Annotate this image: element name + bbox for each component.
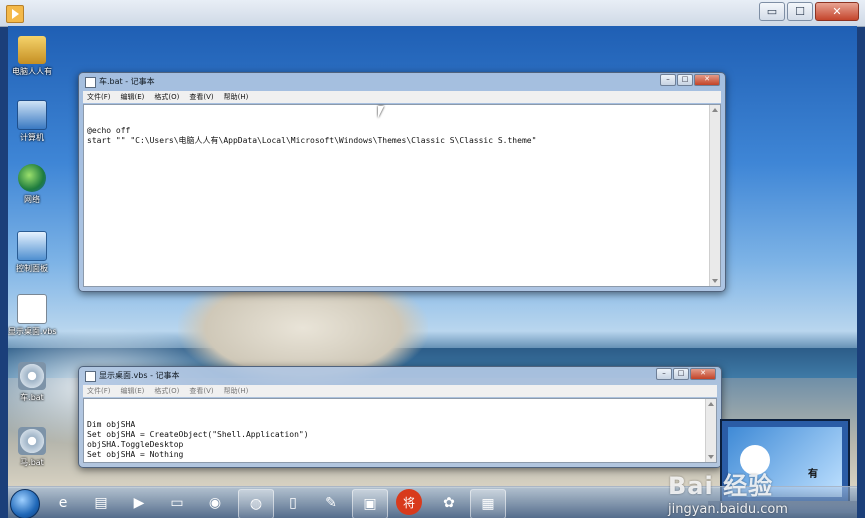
close-button[interactable]: ✕ xyxy=(815,2,859,21)
vertical-scrollbar[interactable] xyxy=(709,105,720,286)
desktop-icon-user-folder[interactable]: 电脑人人有 xyxy=(8,36,56,77)
menu-help[interactable]: 帮助(H) xyxy=(224,91,249,103)
menu-view[interactable]: 查看(V) xyxy=(189,385,213,397)
menu-bar: 文件(F) 编辑(E) 格式(O) 查看(V) 帮助(H) xyxy=(83,385,717,397)
explorer-icon[interactable]: ▤ xyxy=(84,489,118,517)
ie-icon[interactable]: e xyxy=(46,489,80,517)
remote-icon[interactable]: ▣ xyxy=(352,489,388,518)
notepad-window-bat[interactable]: 车.bat - 记事本 – □ ✕ 文件(F) 编辑(E) 格式(O) 查看(V… xyxy=(78,72,726,292)
desktop-icon-label: 马.bat xyxy=(20,458,44,467)
play-icon[interactable] xyxy=(6,5,24,23)
vertical-scrollbar[interactable] xyxy=(705,399,716,462)
close-button[interactable]: ✕ xyxy=(690,368,716,380)
mouse-cursor xyxy=(378,106,384,118)
baidu-watermark: Bai 经验 xyxy=(668,472,774,500)
notepad-icon xyxy=(85,76,96,88)
menu-format[interactable]: 格式(O) xyxy=(154,91,179,103)
maximize-button[interactable]: ☐ xyxy=(787,2,813,21)
computer-icon xyxy=(17,100,47,130)
desktop-icon-horse-bat[interactable]: 马.bat xyxy=(8,427,56,468)
baidu-icon[interactable]: ✿ xyxy=(432,489,466,517)
desktop-icon-network[interactable]: 网络 xyxy=(8,164,56,205)
desktop-icon-label: 网络 xyxy=(24,195,40,204)
control-panel-icon xyxy=(17,231,47,261)
desktop-icon-label: 控制面板 xyxy=(16,264,48,273)
window-title-text: 车.bat - 记事本 xyxy=(99,77,155,86)
minimize-button[interactable]: ▭ xyxy=(759,2,785,21)
desktop-icon-vbs-file[interactable]: 显示桌面.vbs xyxy=(8,294,57,337)
start-button[interactable] xyxy=(10,489,40,518)
editor-content: Dim objSHA Set objSHA = CreateObject("Sh… xyxy=(87,420,309,459)
menu-edit[interactable]: 编辑(E) xyxy=(121,385,145,397)
desktop-icon-label: 车.bat xyxy=(20,393,44,402)
window-controls: – □ ✕ xyxy=(656,368,716,380)
desktop-icon-label: 显示桌面.vbs xyxy=(8,327,57,336)
menu-help[interactable]: 帮助(H) xyxy=(224,385,249,397)
user-folder-icon xyxy=(18,36,46,64)
desktop-icon-label: 电脑人人有 xyxy=(12,67,52,76)
window-title-text: 显示桌面.vbs - 记事本 xyxy=(99,371,180,380)
batch-file-icon xyxy=(18,362,46,390)
menu-file[interactable]: 文件(F) xyxy=(87,91,111,103)
desktop-icon-car-bat[interactable]: 车.bat xyxy=(8,362,56,403)
overlay-text: 有 xyxy=(808,469,818,480)
notepad-icon xyxy=(85,370,96,382)
app-icon[interactable]: ◍ xyxy=(238,489,274,518)
maximize-button[interactable]: □ xyxy=(673,368,689,380)
menu-bar: 文件(F) 编辑(E) 格式(O) 查看(V) 帮助(H) xyxy=(83,91,721,103)
script-file-icon xyxy=(17,294,47,324)
text-editor[interactable]: Dim objSHA Set objSHA = CreateObject("Sh… xyxy=(83,398,717,463)
document-icon[interactable]: ▯ xyxy=(276,489,310,517)
menu-format[interactable]: 格式(O) xyxy=(154,385,179,397)
menu-edit[interactable]: 编辑(E) xyxy=(121,91,145,103)
window-title: 车.bat - 记事本 xyxy=(85,75,155,89)
folder-icon[interactable]: ▭ xyxy=(160,489,194,517)
chrome-icon[interactable]: ◉ xyxy=(198,489,232,517)
text-editor[interactable]: @echo off start "" "C:\Users\电脑人人有\AppDa… xyxy=(83,104,721,287)
host-titlebar: ▭ ☐ ✕ xyxy=(0,0,865,27)
batch-file-icon xyxy=(18,427,46,455)
paint-icon[interactable]: ✎ xyxy=(314,489,348,517)
maximize-button[interactable]: □ xyxy=(677,74,693,86)
media-player-icon[interactable]: ▶ xyxy=(122,489,156,517)
chess-icon[interactable]: 将 xyxy=(396,489,422,515)
host-window-controls: ▭ ☐ ✕ xyxy=(759,2,859,21)
window-controls: – □ ✕ xyxy=(660,74,720,86)
minimize-button[interactable]: – xyxy=(656,368,672,380)
close-button[interactable]: ✕ xyxy=(694,74,720,86)
desktop-icon-label: 计算机 xyxy=(20,133,44,142)
menu-file[interactable]: 文件(F) xyxy=(87,385,111,397)
desktop-icon-computer[interactable]: 计算机 xyxy=(8,100,56,143)
editor-content: @echo off start "" "C:\Users\电脑人人有\AppDa… xyxy=(87,126,537,145)
menu-view[interactable]: 查看(V) xyxy=(189,91,213,103)
network-icon xyxy=(18,164,46,192)
watermark-url: jingyan.baidu.com xyxy=(668,502,788,517)
minimize-button[interactable]: – xyxy=(660,74,676,86)
window-title: 显示桌面.vbs - 记事本 xyxy=(85,369,180,383)
notepad-window-vbs[interactable]: 显示桌面.vbs - 记事本 – □ ✕ 文件(F) 编辑(E) 格式(O) 查… xyxy=(78,366,722,468)
desktop-icon-control-panel[interactable]: 控制面板 xyxy=(8,231,56,274)
notepad-icon[interactable]: ▦ xyxy=(470,489,506,518)
desktop[interactable]: 电脑人人有 计算机 网络 控制面板 显示桌面.vbs 车.bat 马.bat 车… xyxy=(8,26,857,518)
